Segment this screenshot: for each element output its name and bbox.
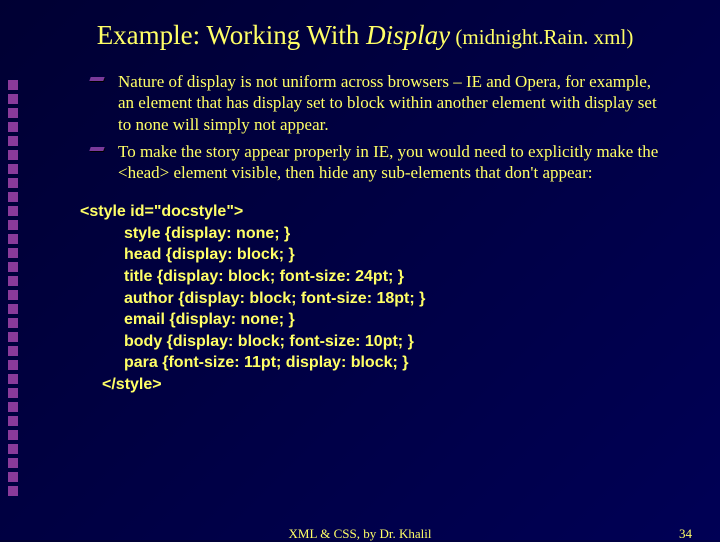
bullet-text: Nature of display is not uniform across … — [118, 71, 660, 135]
code-line: head {display: block; } — [80, 244, 690, 266]
title-prefix: Example: Working With — [97, 20, 366, 50]
code-line: <style id="docstyle"> — [80, 201, 690, 223]
slide-title: Example: Working With Display (midnight.… — [40, 20, 690, 51]
bullet-item: To make the story appear properly in IE,… — [90, 141, 660, 184]
decorative-left-squares — [8, 80, 22, 500]
bullet-icon — [90, 147, 118, 190]
code-line: email {display: none; } — [80, 309, 690, 331]
code-line: para {font-size: 11pt; display: block; } — [80, 352, 690, 374]
code-line: author {display: block; font-size: 18pt;… — [80, 288, 690, 310]
code-block: <style id="docstyle"> style {display: no… — [80, 201, 690, 395]
title-italic: Display — [366, 20, 450, 50]
code-line: </style> — [80, 374, 690, 396]
bullet-item: Nature of display is not uniform across … — [90, 71, 660, 135]
slide-content: Example: Working With Display (midnight.… — [40, 10, 690, 510]
code-line: title {display: block; font-size: 24pt; … — [80, 266, 690, 288]
code-line: body {display: block; font-size: 10pt; } — [80, 331, 690, 353]
title-suffix: (midnight.Rain. xml) — [450, 25, 633, 49]
code-line: style {display: none; } — [80, 223, 690, 245]
bullet-text: To make the story appear properly in IE,… — [118, 141, 660, 184]
bullet-list: Nature of display is not uniform across … — [90, 71, 660, 183]
bullet-icon — [90, 77, 118, 141]
